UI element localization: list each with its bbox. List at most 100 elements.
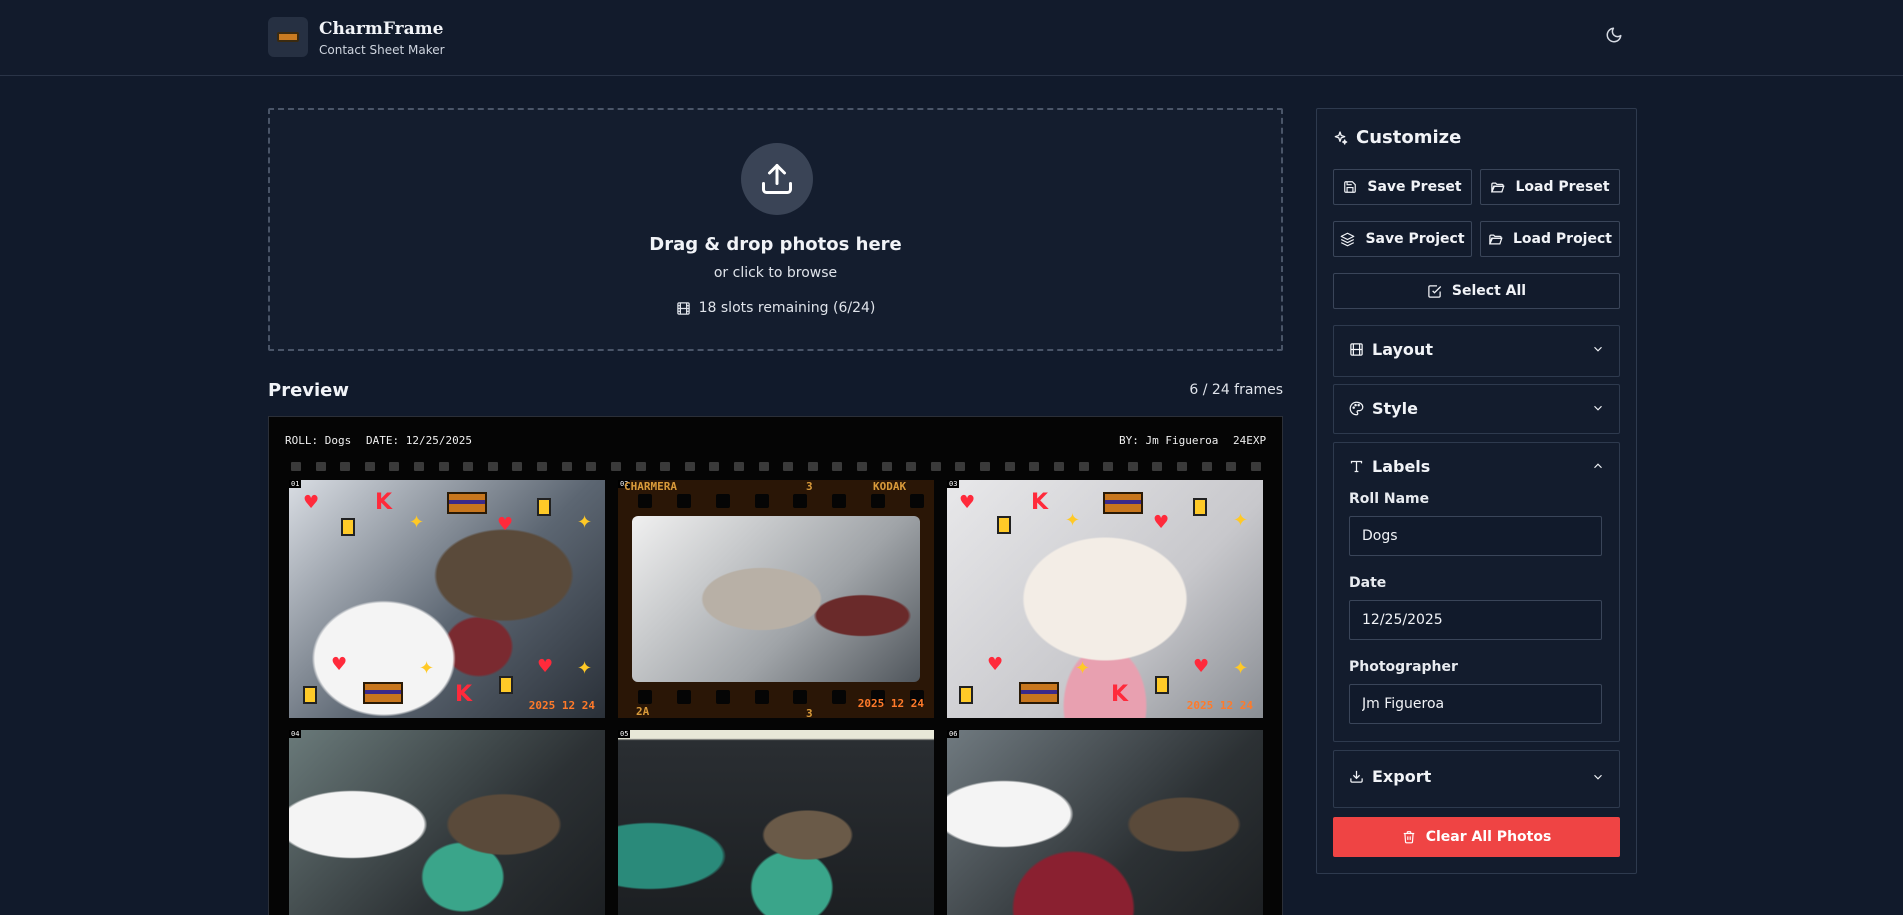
film-code-text: 2A <box>636 705 650 718</box>
heart-icon: ♥ <box>1193 656 1210 677</box>
save-icon <box>1344 181 1357 193</box>
date-input[interactable] <box>1349 600 1602 640</box>
star-icon: ✦ <box>419 658 435 679</box>
theme-toggle-button[interactable] <box>1605 26 1627 48</box>
photo-thumbnail <box>947 480 1263 718</box>
photo-frame-04[interactable]: 04 <box>289 730 605 915</box>
battery-sticker-icon <box>341 518 355 536</box>
heart-icon: ♥ <box>1153 512 1170 533</box>
save-project-button[interactable]: Save Project <box>1333 221 1472 257</box>
labels-section-label: Labels <box>1372 457 1431 476</box>
export-section-header[interactable]: Export <box>1333 750 1620 808</box>
app-logo <box>268 17 308 57</box>
battery-sticker-icon <box>1155 676 1169 694</box>
app-header: CharmFrame Contact Sheet Maker <box>0 0 1903 76</box>
load-preset-button[interactable]: Load Preset <box>1480 169 1620 205</box>
type-icon <box>1350 460 1363 473</box>
heart-icon: ♥ <box>987 654 1004 675</box>
moon-icon <box>1606 27 1622 43</box>
roll-name-input[interactable] <box>1349 516 1602 556</box>
photo-thumbnail <box>289 480 605 718</box>
frame-number: 04 <box>289 730 302 738</box>
chevron-down-icon <box>1594 346 1602 352</box>
star-icon: ✦ <box>1075 658 1091 679</box>
chevron-down-icon <box>1594 405 1602 411</box>
sheet-by-label: BY: Jm Figueroa <box>1119 434 1219 447</box>
layers-icon <box>1341 232 1355 246</box>
app-subtitle: Contact Sheet Maker <box>319 43 445 57</box>
chest-sticker-icon <box>1019 682 1059 704</box>
photo-thumbnail <box>618 730 934 915</box>
camera-logo-icon <box>277 32 299 42</box>
select-all-button[interactable]: Select All <box>1333 273 1620 309</box>
export-section-label: Export <box>1372 767 1432 786</box>
photo-thumbnail <box>947 730 1263 915</box>
film-sprockets <box>291 462 1261 472</box>
sheet-date-label: DATE: 12/25/2025 <box>366 434 472 447</box>
labels-section-header[interactable]: Labels <box>1349 457 1430 476</box>
clear-all-photos-button[interactable]: Clear All Photos <box>1333 817 1620 857</box>
k-sticker-icon: K <box>1111 682 1129 707</box>
photographer-input[interactable] <box>1349 684 1602 724</box>
app-title: CharmFrame <box>319 19 444 39</box>
contact-sheet-preview: ROLL: Dogs DATE: 12/25/2025 BY: Jm Figue… <box>268 416 1283 915</box>
film-brand-text: CHARMERA <box>624 480 677 493</box>
slots-remaining-text: 18 slots remaining (6/24) <box>698 300 876 316</box>
folder-open-icon <box>1489 234 1503 244</box>
photo-frame-01[interactable]: 01 ♥ K ✦ ♥ ✦ ♥ ✦ K ♥ ✦ 2025 12 24 <box>289 480 605 718</box>
film-icon <box>676 301 690 315</box>
style-section-header[interactable]: Style <box>1333 384 1620 434</box>
film-kodak-text: KODAK <box>873 480 907 493</box>
photo-thumbnail <box>289 730 605 915</box>
sheet-exposures: 24EXP <box>1233 434 1267 447</box>
customize-panel: Customize Save Preset Load Preset Save P… <box>1316 108 1637 874</box>
photo-dropzone[interactable]: Drag & drop photos here or click to brow… <box>268 108 1283 351</box>
download-icon <box>1350 770 1363 783</box>
k-sticker-icon: K <box>455 682 473 707</box>
load-preset-label: Load Preset <box>1515 179 1610 195</box>
layout-section-header[interactable]: Layout <box>1333 325 1620 377</box>
photographer-label: Photographer <box>1349 659 1458 675</box>
layout-section-label: Layout <box>1372 340 1433 359</box>
frame-number: 03 <box>947 480 960 488</box>
film-holes-top <box>638 494 924 508</box>
save-project-label: Save Project <box>1365 231 1465 247</box>
date-stamp: 2025 12 24 <box>1186 699 1253 712</box>
film-icon <box>1350 343 1363 356</box>
customize-title: Customize <box>1332 127 1461 148</box>
star-icon: ✦ <box>1065 510 1081 531</box>
k-sticker-icon: K <box>1031 490 1049 515</box>
select-all-label: Select All <box>1451 283 1527 299</box>
roll-name-label: Roll Name <box>1349 491 1430 507</box>
preview-title: Preview <box>268 380 350 401</box>
battery-sticker-icon <box>959 686 973 704</box>
photo-frame-03[interactable]: 03 ♥ K ✦ ♥ ✦ ♥ ✦ K ♥ ✦ 2025 12 24 <box>947 480 1263 718</box>
folder-open-icon <box>1491 182 1506 192</box>
battery-sticker-icon <box>997 516 1011 534</box>
chest-sticker-icon <box>1103 492 1143 514</box>
photo-frame-05[interactable]: 05 <box>618 730 934 915</box>
load-project-button[interactable]: Load Project <box>1480 221 1620 257</box>
battery-sticker-icon <box>537 498 551 516</box>
customize-title-text: Customize <box>1356 127 1462 148</box>
date-stamp: 2025 12 24 <box>857 697 924 710</box>
chevron-up-icon[interactable] <box>1591 459 1605 473</box>
upload-icon <box>741 143 813 215</box>
save-preset-button[interactable]: Save Preset <box>1333 169 1472 205</box>
frame-number: 01 <box>289 480 302 488</box>
battery-sticker-icon <box>303 686 317 704</box>
dropzone-subtitle: or click to browse <box>713 265 838 281</box>
photo-frame-02[interactable]: 02 CHARMERA 3 KODAK 2A 3 2025 12 24 <box>618 480 934 718</box>
sheet-roll-label: ROLL: Dogs <box>285 434 352 447</box>
frame-count: 6 / 24 frames <box>1189 382 1283 398</box>
battery-sticker-icon <box>499 676 513 694</box>
heart-icon: ♥ <box>959 492 976 513</box>
slots-remaining: 18 slots remaining (6/24) <box>270 300 1281 316</box>
checkbox-icon <box>1428 284 1442 298</box>
frame-number: 05 <box>618 730 631 738</box>
photo-frame-06[interactable]: 06 <box>947 730 1263 915</box>
film-frame-text: 3 <box>806 480 813 493</box>
chest-sticker-icon <box>363 682 403 704</box>
save-preset-label: Save Preset <box>1367 179 1462 195</box>
dropzone-title: Drag & drop photos here <box>649 234 902 255</box>
